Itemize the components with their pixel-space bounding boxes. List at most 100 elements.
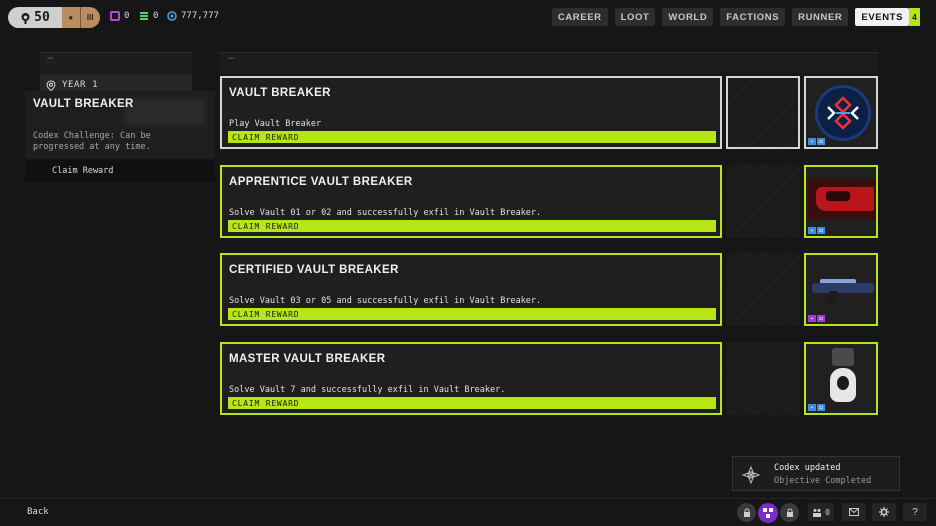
challenge-objective: Play Vault Breaker xyxy=(229,119,322,129)
reward-weapon[interactable]: ▪ ◘ xyxy=(804,253,878,326)
challenge-name: APPRENTICE VAULT BREAKER xyxy=(229,176,413,188)
challenge-detail-description: Codex Challenge: Can be progressed at an… xyxy=(33,131,151,152)
tab-world[interactable]: WORLD xyxy=(662,8,714,26)
location-pin-icon xyxy=(46,79,56,91)
type-tag-icon: ◘ xyxy=(817,227,825,234)
type-tag-icon: ◘ xyxy=(817,404,825,411)
rarity-tag-icon: ▪ xyxy=(808,315,816,322)
sidebar-header-decoration: ▪▪▪ xyxy=(47,56,54,62)
list-header-decoration: ▪▪▪ xyxy=(228,56,235,62)
challenge-objective: Solve Vault 01 or 02 and successfully ex… xyxy=(229,208,542,218)
tab-loot[interactable]: LOOT xyxy=(614,8,656,26)
challenge-detail-card: VAULT BREAKER Codex Challenge: Can be pr… xyxy=(25,91,215,159)
tab-factions[interactable]: FACTIONS xyxy=(720,8,786,26)
claim-reward-bar[interactable]: CLAIM REWARD xyxy=(228,131,716,143)
rank-value: 50 xyxy=(34,10,50,25)
party-count: 0 xyxy=(825,507,830,517)
toast-title: Codex updated xyxy=(774,463,841,473)
challenge-detail-title: VAULT BREAKER xyxy=(33,98,134,110)
rarity-tag-icon: ▪ xyxy=(808,138,816,145)
challenge-progress-slot xyxy=(726,76,800,149)
type-tag-icon: ◘ xyxy=(817,138,825,145)
question-icon: ? xyxy=(912,506,918,518)
party-button[interactable]: 0 xyxy=(808,503,834,521)
mail-icon xyxy=(849,508,859,516)
help-button[interactable]: ? xyxy=(903,503,927,521)
vehicle-window xyxy=(826,191,850,201)
tab-runner[interactable]: RUNNER xyxy=(792,8,849,26)
rarity-tag-icon: ▪ xyxy=(808,404,816,411)
settings-button[interactable] xyxy=(872,503,896,521)
claim-reward-bar[interactable]: CLAIM REWARD xyxy=(228,397,716,409)
vault-emblem-icon xyxy=(815,85,871,141)
party-slot-locked[interactable] xyxy=(737,503,756,522)
figure-eye xyxy=(837,376,849,390)
challenge-row[interactable]: APPRENTICE VAULT BREAKER Solve Vault 01 … xyxy=(220,165,878,238)
challenge-name: MASTER VAULT BREAKER xyxy=(229,353,386,365)
currency-stack-value: 0 xyxy=(153,11,159,21)
type-tag-icon: ◘ xyxy=(817,315,825,322)
challenge-name: CERTIFIED VAULT BREAKER xyxy=(229,264,399,276)
challenge-progress-slot xyxy=(726,253,800,326)
codex-icon xyxy=(741,465,761,485)
reward-vehicle[interactable]: ▪ ◘ xyxy=(804,165,878,238)
avatar-icon xyxy=(763,508,773,518)
vehicle-art-icon xyxy=(808,179,876,219)
currency-box: 0 xyxy=(110,11,129,21)
top-bar: 50 ● III 0 0 777,777 CAREER LOOT WORLD F… xyxy=(0,0,936,36)
challenge-row[interactable]: VAULT BREAKER Play Vault Breaker CLAIM R… xyxy=(220,76,878,149)
tier-divider xyxy=(79,7,81,28)
currency-coin-value: 777,777 xyxy=(181,11,219,21)
challenge-row[interactable]: CERTIFIED VAULT BREAKER Solve Vault 03 o… xyxy=(220,253,878,326)
runner-rank-icon xyxy=(21,12,30,24)
sidebar-header: ▪▪▪ xyxy=(40,52,192,74)
tier-numeral: III xyxy=(86,13,94,22)
lock-icon xyxy=(786,508,793,517)
people-icon xyxy=(813,508,822,517)
reward-tags: ▪ ◘ xyxy=(808,138,825,145)
rank-tier: ● III xyxy=(62,7,100,28)
year-label: YEAR 1 xyxy=(62,80,99,90)
toast-subtitle: Objective Completed xyxy=(774,476,872,486)
rarity-tag-icon: ▪ xyxy=(808,227,816,234)
challenge-progress-slot xyxy=(726,165,800,238)
challenge-objective: Solve Vault 03 or 05 and successfully ex… xyxy=(229,296,542,306)
claim-reward-bar[interactable]: CLAIM REWARD xyxy=(228,308,716,320)
events-count-badge: 4 xyxy=(909,8,920,26)
challenge-objective: Solve Vault 7 and successfully exfil in … xyxy=(229,385,506,395)
reward-emblem[interactable]: ▪ ◘ xyxy=(804,76,878,149)
lock-icon xyxy=(743,508,750,517)
challenge-progress-slot xyxy=(726,342,800,415)
party-slot-locked[interactable] xyxy=(780,503,799,522)
coin-icon xyxy=(167,11,177,21)
challenge-info: MASTER VAULT BREAKER Solve Vault 7 and s… xyxy=(220,342,722,415)
challenge-row[interactable]: MASTER VAULT BREAKER Solve Vault 7 and s… xyxy=(220,342,878,415)
rank-level: 50 xyxy=(8,7,62,28)
currency-box-value: 0 xyxy=(124,11,130,21)
reward-tags: ▪ ◘ xyxy=(808,227,825,234)
challenge-info: APPRENTICE VAULT BREAKER Solve Vault 01 … xyxy=(220,165,722,238)
weapon-art-icon xyxy=(812,283,874,293)
currency-stack: 0 xyxy=(139,11,158,21)
codex-toast: Codex updated Objective Completed xyxy=(732,456,900,491)
tab-career[interactable]: CAREER xyxy=(551,8,608,26)
challenge-name: VAULT BREAKER xyxy=(229,87,331,99)
player-avatar[interactable] xyxy=(758,503,778,523)
box-icon xyxy=(110,11,120,21)
stack-icon xyxy=(140,12,148,20)
back-button[interactable]: Back xyxy=(27,507,49,517)
rank-badge[interactable]: 50 ● III xyxy=(8,7,100,28)
claim-reward-bar[interactable]: CLAIM REWARD xyxy=(228,220,716,232)
gear-icon xyxy=(879,507,889,517)
claim-reward-button[interactable]: Claim Reward xyxy=(25,160,215,182)
currency-coin: 777,777 xyxy=(167,11,219,21)
challenge-info: VAULT BREAKER Play Vault Breaker CLAIM R… xyxy=(220,76,722,149)
challenge-info: CERTIFIED VAULT BREAKER Solve Vault 03 o… xyxy=(220,253,722,326)
reward-tags: ▪ ◘ xyxy=(808,315,825,322)
tab-events[interactable]: EVENTS xyxy=(855,8,909,26)
reward-figure[interactable]: ▪ ◘ xyxy=(804,342,878,415)
main-nav: CAREER LOOT WORLD FACTIONS RUNNER EVENTS xyxy=(551,8,909,26)
messages-button[interactable] xyxy=(842,503,866,521)
list-header: ▪▪▪ xyxy=(220,52,878,73)
weapon-grip xyxy=(826,291,838,303)
